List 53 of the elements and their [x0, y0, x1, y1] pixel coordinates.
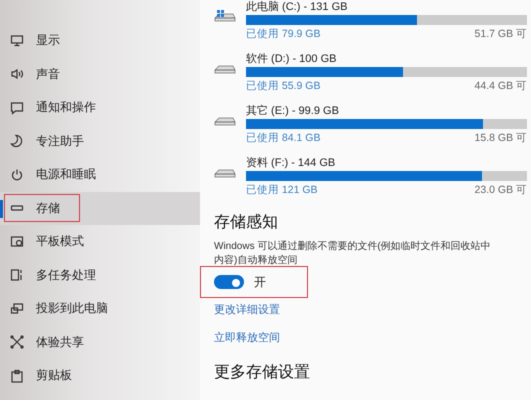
sidebar-item[interactable]: 电源和睡眠: [0, 158, 200, 192]
sidebar-item[interactable]: 多任务处理: [0, 258, 200, 292]
monitor-icon: [10, 34, 24, 48]
used-space: 已使用 84.1 GB: [246, 131, 320, 146]
used-space: 已使用 121 GB: [246, 183, 318, 198]
sidebar-item[interactable]: 投影到此电脑: [0, 292, 200, 326]
free-space: 51.7 GB 可: [474, 27, 527, 42]
power-icon: [10, 168, 24, 182]
sidebar-item-label: 剪贴板: [36, 367, 72, 384]
share-icon: [10, 335, 24, 350]
sidebar-item[interactable]: 专注助手: [0, 124, 200, 158]
used-space: 已使用 55.9 GB: [246, 79, 320, 94]
clipboard-icon: [10, 368, 24, 383]
sidebar-item[interactable]: 显示: [0, 24, 200, 58]
message-icon: [10, 100, 24, 115]
description-text: Windows 可以通过删除不需要的文件(例如临时文件和回收站中: [214, 240, 492, 254]
sidebar-item-label: 专注助手: [36, 132, 84, 150]
settings-link[interactable]: 立即释放空间: [214, 324, 280, 352]
sidebar-item-label: 投影到此电脑: [36, 300, 108, 318]
section-title: 更多存储设置: [214, 363, 311, 383]
section-title: 存储感知: [214, 212, 279, 233]
drive-name: 资料 (F:) - 144 GB: [246, 156, 336, 170]
free-space: 15.8 GB 可: [474, 131, 527, 146]
sidebar-item[interactable]: 剪贴板: [0, 359, 200, 392]
sidebar-item-label: 体验共享: [36, 334, 84, 351]
sidebar-item[interactable]: 存储: [0, 192, 200, 225]
drive-name: 其它 (E:) - 99.9 GB: [246, 104, 340, 118]
moon-icon: [10, 134, 24, 148]
toggle-switch[interactable]: [214, 275, 244, 289]
used-space: 已使用 79.9 GB: [246, 27, 320, 42]
free-space: 23.0 GB 可: [474, 183, 527, 198]
sidebar-item-label: 通知和操作: [36, 99, 96, 116]
sidebar-item-label: 存储: [36, 200, 60, 217]
sidebar-item-label: 电源和睡眠: [36, 166, 96, 184]
sidebar-item-label: 多任务处理: [36, 266, 96, 284]
sidebar-item-label: 显示: [36, 32, 60, 50]
settings-link[interactable]: 更改详细设置: [214, 296, 280, 324]
sidebar-item[interactable]: 平板模式: [0, 225, 200, 258]
description-text: 内容)自动释放空间: [214, 254, 298, 268]
selection-indicator: [0, 200, 3, 218]
sidebar-item[interactable]: 声音: [0, 58, 200, 91]
drive-name: 此电脑 (C:) - 131 GB: [246, 0, 348, 14]
sidebar-item[interactable]: 通知和操作: [0, 91, 200, 124]
sidebar-item-label: 平板模式: [36, 233, 84, 250]
free-space: 44.4 GB 可: [474, 79, 527, 94]
sidebar-item-label: 声音: [36, 66, 60, 83]
drive-name: 软件 (D:) - 100 GB: [246, 52, 338, 66]
sidebar-item[interactable]: 体验共享: [0, 326, 200, 359]
projector-icon: [10, 302, 24, 316]
toggle-label: 开: [254, 274, 266, 290]
speaker-icon: [10, 67, 24, 82]
tablet-icon: [10, 234, 24, 249]
system-drive-icon: [214, 10, 236, 24]
